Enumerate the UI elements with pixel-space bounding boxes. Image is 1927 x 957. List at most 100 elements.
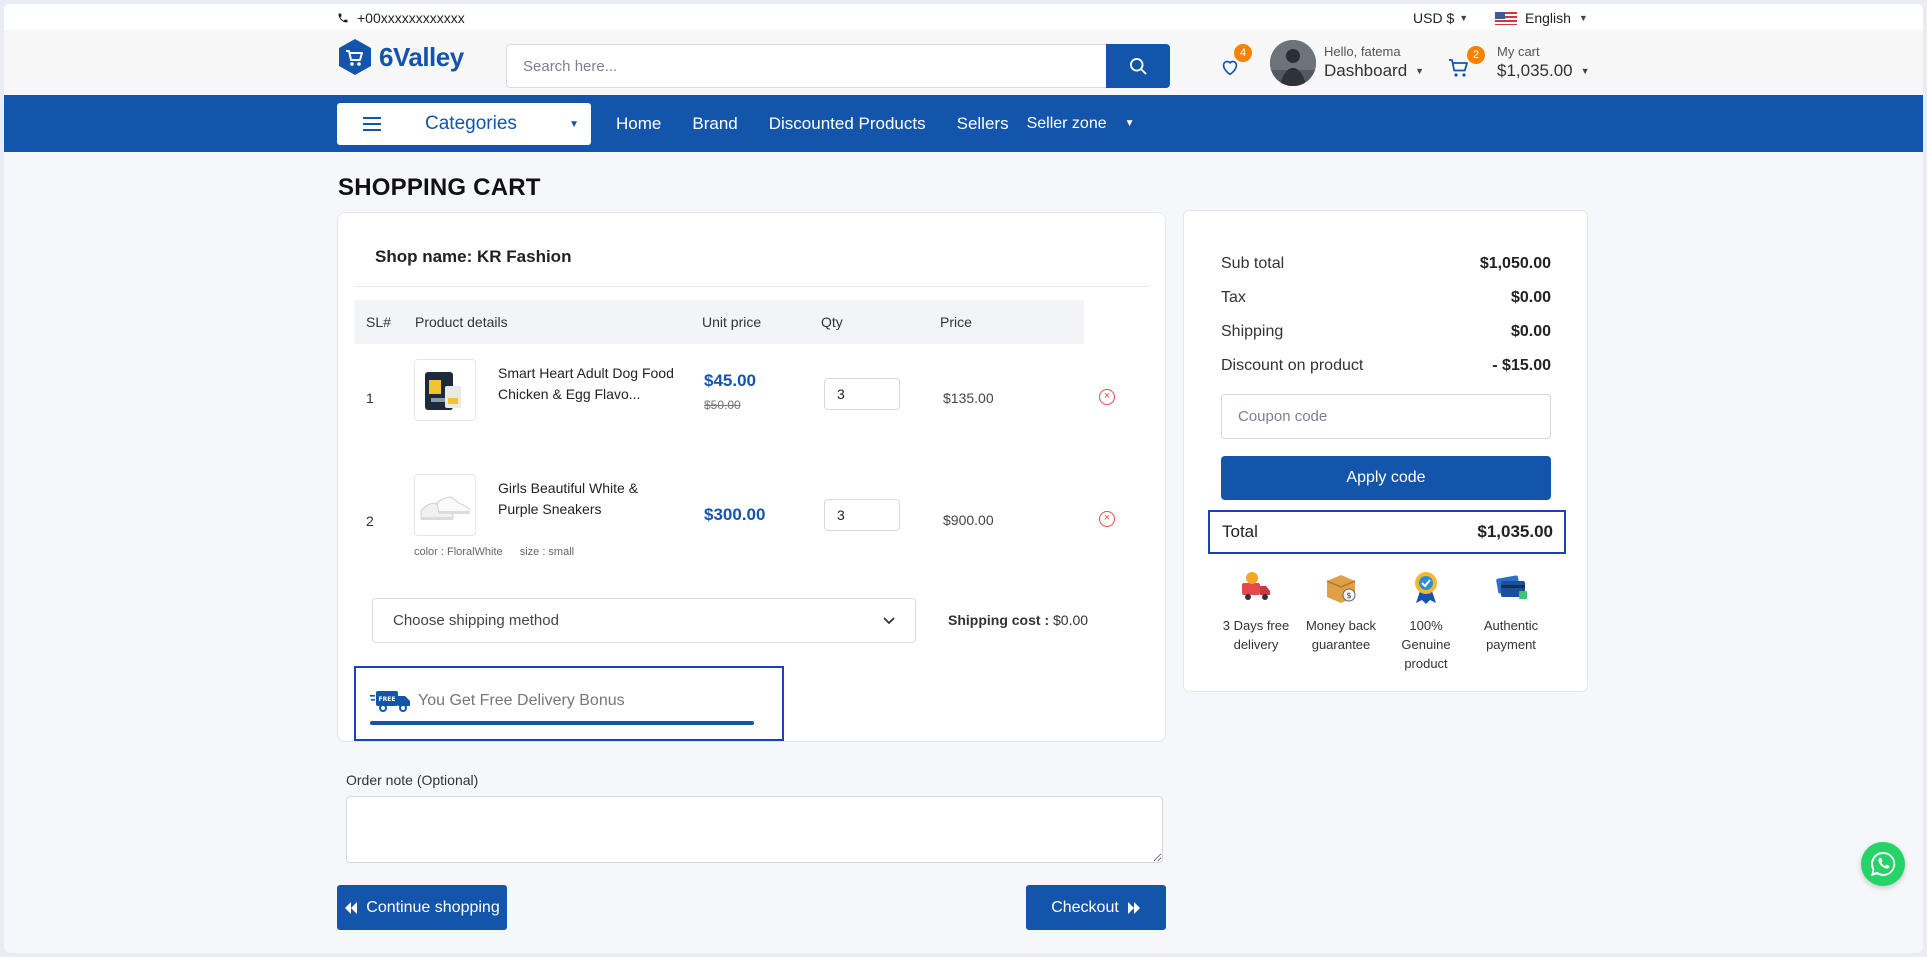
summary-label: Shipping (1221, 323, 1284, 340)
phone-contact[interactable]: +00xxxxxxxxxxxx (337, 10, 465, 26)
free-delivery-progress (370, 721, 754, 725)
apply-code-button[interactable]: Apply code (1221, 456, 1551, 500)
feature-free-delivery: 3 Days free delivery (1216, 569, 1296, 654)
summary-row: Shipping $0.00 (1221, 323, 1551, 341)
svg-text:$: $ (1346, 591, 1351, 600)
shipping-method-select[interactable]: Choose shipping method (372, 598, 916, 643)
column-header: SL# (366, 314, 391, 330)
feature-text: 100% (1409, 618, 1443, 633)
nav-links: Home Brand Discounted Products Sellers S… (616, 95, 1135, 152)
language-label: English (1525, 10, 1571, 26)
summary-value: $1,050.00 (1479, 255, 1551, 272)
product-variant: color : FloralWhite size : small (414, 546, 588, 558)
feature-text: product (1404, 656, 1448, 671)
shop-name[interactable]: Shop name: KR Fashion (375, 247, 571, 267)
search-bar (506, 44, 1170, 88)
dashboard-label: Dashboard (1324, 61, 1408, 80)
coupon-code-input[interactable] (1221, 394, 1551, 439)
search-icon (1130, 58, 1147, 75)
double-chevron-left-icon (345, 901, 358, 914)
categories-dropdown[interactable]: Categories ▼ (337, 103, 591, 145)
summary-label: Discount on product (1221, 357, 1364, 374)
logo[interactable]: 6Valley (337, 38, 464, 76)
delivery-truck-icon (1242, 572, 1270, 600)
summary-row: Sub total $1,050.00 (1221, 255, 1551, 273)
divider (354, 286, 1149, 287)
feature-text: Authentic (1483, 618, 1539, 633)
continue-shopping-button[interactable]: Continue shopping (337, 885, 507, 930)
chevron-down-icon[interactable]: ▼ (1125, 118, 1135, 129)
line-price: $135.00 (943, 390, 994, 406)
feature-text: Genuine (1401, 637, 1451, 652)
nav-seller-zone[interactable]: Seller zone (1027, 115, 1107, 133)
user-menu[interactable]: Hello, fatema Dashboard ▼ (1324, 44, 1424, 81)
product-image[interactable] (414, 474, 476, 536)
order-summary: Sub total $1,050.00 Tax $0.00 Shipping $… (1183, 210, 1588, 692)
sneakers-image (420, 496, 470, 520)
quantity-input[interactable] (824, 378, 900, 410)
product-name[interactable]: Smart Heart Adult Dog Food Chicken & Egg… (498, 363, 678, 405)
dashboard-dropdown[interactable]: Dashboard ▼ (1324, 61, 1424, 81)
cart-summary[interactable]: My cart $1,035.00 ▼ (1497, 44, 1590, 81)
product-name[interactable]: Girls Beautiful White & Purple Sneakers (498, 478, 678, 520)
column-header: Product details (415, 314, 508, 330)
old-price: $50.00 (704, 398, 741, 412)
logo-text: 6Valley (379, 41, 464, 72)
phone-icon (338, 13, 348, 23)
whatsapp-chat-button[interactable] (1861, 842, 1905, 886)
hamburger-icon (363, 117, 381, 131)
product-image[interactable] (414, 359, 476, 421)
feature-text: payment (1486, 637, 1536, 652)
wishlist-count-badge: 4 (1234, 44, 1252, 62)
unit-price: $45.00 (704, 371, 756, 390)
search-button[interactable] (1106, 44, 1170, 88)
summary-label: Tax (1221, 289, 1246, 306)
feature-money-back: $ Money back guarantee (1301, 569, 1381, 654)
summary-row: Discount on product - $15.00 (1221, 357, 1551, 375)
categories-label: Categories (425, 113, 517, 134)
unit-price: $300.00 (704, 505, 766, 524)
page-title: SHOPPING CART (338, 174, 541, 201)
header: 6Valley 4 Hello, fatema Dashboard ▼ 2 (4, 30, 1923, 95)
cart-button[interactable]: 2 (1447, 46, 1485, 82)
cart-amount-value: $1,035.00 (1497, 61, 1573, 80)
chevron-down-icon: ▼ (1580, 66, 1590, 76)
top-bar: +00xxxxxxxxxxxx USD $ ▼ English ▼ (4, 4, 1923, 30)
search-input[interactable] (506, 44, 1106, 88)
order-note-input[interactable] (346, 796, 1163, 863)
avatar[interactable] (1270, 40, 1316, 86)
column-header: Unit price (702, 314, 762, 330)
shipping-method-label: Choose shipping method (393, 612, 559, 629)
chevron-down-icon: ▼ (1415, 66, 1425, 76)
nav-discounted-products[interactable]: Discounted Products (769, 114, 926, 134)
variant-color: color : FloralWhite (414, 546, 503, 558)
phone-number: +00xxxxxxxxxxxx (357, 10, 465, 26)
currency-selector[interactable]: USD $ ▼ (1413, 10, 1468, 26)
chevron-down-icon (883, 616, 895, 624)
nav-brand[interactable]: Brand (692, 114, 737, 134)
remove-circle-icon[interactable]: × (1099, 511, 1115, 527)
user-greeting: Hello, fatema (1324, 44, 1401, 59)
total-value: $1,035.00 (1477, 522, 1553, 541)
feature-text: 3 Days free (1222, 618, 1290, 633)
cart-amount: $1,035.00 ▼ (1497, 61, 1590, 81)
remove-circle-icon[interactable]: × (1099, 389, 1115, 405)
cart-table-header: SL# Product details Unit price Qty Price (354, 300, 1084, 344)
summary-value: $0.00 (1510, 323, 1551, 340)
row-number: 1 (366, 390, 374, 406)
nav-home[interactable]: Home (616, 114, 661, 134)
variant-size: size : small (519, 546, 575, 558)
quantity-input[interactable] (824, 499, 900, 531)
column-header: Price (940, 314, 972, 330)
shipping-cost-label: Shipping cost : (948, 612, 1050, 628)
language-selector[interactable]: English ▼ (1495, 10, 1588, 26)
table-row: 2 Girls Beautiful White & Purple Sneaker… (354, 473, 1144, 563)
feature-genuine-product: 100% Genuine product (1386, 569, 1466, 673)
checkout-button[interactable]: Checkout (1026, 885, 1166, 930)
nav-sellers[interactable]: Sellers (957, 114, 1009, 134)
dog-food-image (425, 372, 461, 410)
wishlist-button[interactable]: 4 (1217, 44, 1252, 81)
money-box-icon: $ (1326, 575, 1356, 603)
total-label: Total (1222, 522, 1258, 541)
summary-value: $0.00 (1510, 289, 1551, 306)
